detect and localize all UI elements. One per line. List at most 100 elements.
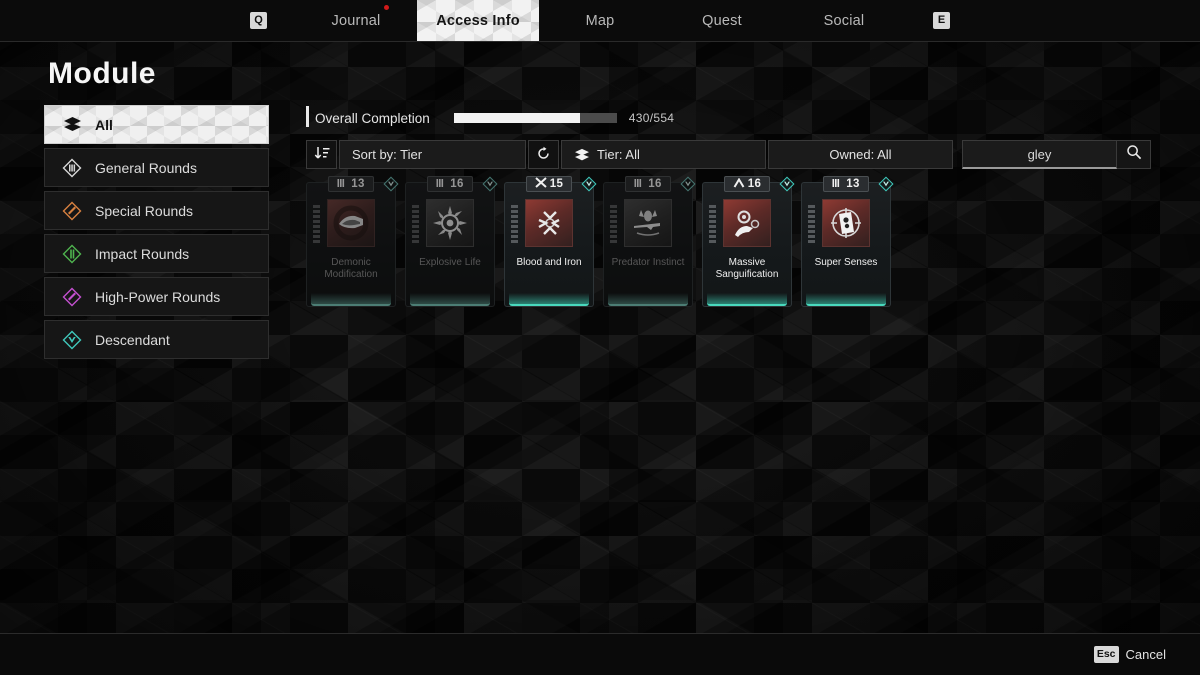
- module-card[interactable]: 16 Predator Instinct: [603, 176, 696, 307]
- search-button[interactable]: [1117, 140, 1151, 169]
- tier-value: 16: [450, 178, 464, 190]
- search-input[interactable]: gley: [962, 140, 1117, 169]
- module-card-name: Super Senses: [814, 257, 878, 268]
- filter-toolbar: Sort by: Tier Tier: All Owned: All gley: [306, 140, 1151, 169]
- module-card-grid: 13 Demonic Modification 16 Explosive Lif…: [306, 176, 1151, 307]
- tab-social-label: Social: [823, 12, 865, 29]
- general-rounds-icon: [59, 158, 85, 178]
- module-art: [426, 199, 474, 247]
- descendant-diamond-icon: [779, 176, 795, 192]
- tier-ticks: [709, 205, 716, 243]
- tab-map[interactable]: Map: [539, 0, 661, 41]
- module-card-name: Demonic Modification: [324, 257, 378, 280]
- sort-direction-button[interactable]: [306, 140, 337, 169]
- hand-orb-icon: [735, 210, 760, 237]
- descendant-icon: [59, 330, 85, 350]
- skull-scope-icon: [831, 208, 861, 238]
- descendant-diamond-icon: [581, 176, 597, 192]
- tier-ticks: [610, 205, 617, 243]
- runner-icon: [538, 211, 560, 235]
- sidebar-item-high-power-rounds-label: High-Power Rounds: [95, 288, 221, 305]
- sidebar-item-descendant-label: Descendant: [95, 331, 170, 348]
- layers-icon: [574, 148, 590, 162]
- sidebar-item-impact-rounds[interactable]: Impact Rounds: [44, 234, 269, 273]
- sidebar-item-special-rounds[interactable]: Special Rounds: [44, 191, 269, 230]
- sidebar-item-all[interactable]: All: [44, 105, 269, 144]
- module-card[interactable]: 16 Explosive Life: [405, 176, 498, 307]
- impact-rounds-icon: [59, 244, 85, 264]
- tab-map-label: Map: [585, 12, 615, 29]
- reset-filters-button[interactable]: [528, 140, 559, 169]
- module-card[interactable]: 15 Blood and Iron: [504, 176, 597, 307]
- module-art: [327, 199, 375, 247]
- tier-ticks: [808, 205, 815, 243]
- sidebar-item-special-rounds-label: Special Rounds: [95, 202, 194, 219]
- module-card-name: Blood and Iron: [516, 257, 582, 268]
- general-rounds-icon: [832, 178, 843, 191]
- general-rounds-icon: [337, 178, 348, 191]
- top-navigation-bar: Q Journal Access Info Map Quest Social E: [0, 0, 1200, 42]
- tier-ticks: [511, 205, 518, 243]
- tab-quest[interactable]: Quest: [661, 0, 783, 41]
- cancel-label: Cancel: [1125, 647, 1166, 662]
- tier-badge: 16: [625, 176, 671, 192]
- module-card-name: Predator Instinct: [611, 257, 685, 268]
- tab-journal[interactable]: Journal: [295, 0, 417, 41]
- burst-eye-icon: [433, 206, 467, 240]
- module-card[interactable]: 13 Demonic Modification: [306, 176, 399, 307]
- sidebar-item-impact-rounds-label: Impact Rounds: [95, 245, 190, 262]
- tier-badge: 13: [328, 176, 374, 192]
- module-panel: Overall Completion 430/554 Sort by: Tier: [306, 104, 1151, 307]
- cancel-button[interactable]: Esc Cancel: [1093, 646, 1166, 663]
- module-art: [723, 199, 771, 247]
- sidebar-item-all-label: All: [95, 116, 113, 133]
- rifle-icon: [634, 210, 660, 236]
- completion-progress-fill: [453, 113, 581, 123]
- tier-filter-button[interactable]: Tier: All: [561, 140, 766, 169]
- tab-journal-label: Journal: [331, 12, 381, 29]
- descendant-diamond-icon: [680, 176, 696, 192]
- layers-icon: [59, 116, 85, 133]
- special-rounds-icon: [535, 177, 547, 191]
- module-art: [822, 199, 870, 247]
- tab-social[interactable]: Social: [783, 0, 905, 41]
- bottom-action-bar: Esc Cancel: [0, 633, 1200, 675]
- tier-value: 16: [747, 178, 762, 190]
- owned-filter-label: Owned: All: [829, 147, 892, 162]
- tab-access-info[interactable]: Access Info: [417, 0, 539, 41]
- nav-tabs-container: Q Journal Access Info Map Quest Social E: [250, 0, 950, 41]
- sort-by-label: Sort by: Tier: [352, 147, 423, 162]
- completion-count: 430/554: [628, 111, 675, 125]
- module-card-name: Massive Sanguification: [715, 257, 779, 280]
- module-art: [624, 199, 672, 247]
- high-power-rounds-icon: [59, 287, 85, 307]
- tier-badge: 13: [823, 176, 869, 192]
- descendant-diamond-icon: [482, 176, 498, 192]
- next-tab-key[interactable]: E: [933, 12, 950, 29]
- descendant-diamond-icon: [383, 176, 399, 192]
- tier-badge: 15: [526, 176, 572, 192]
- sidebar-item-descendant[interactable]: Descendant: [44, 320, 269, 359]
- category-sidebar: All General Rounds Special Rounds Impact…: [44, 105, 269, 363]
- tier-value: 13: [846, 178, 860, 190]
- tier-ticks: [313, 205, 320, 243]
- tier-badge: 16: [427, 176, 473, 192]
- module-card[interactable]: 13 Super Senses: [801, 176, 894, 307]
- module-art: [525, 199, 573, 247]
- module-card-name: Explosive Life: [419, 257, 481, 268]
- reset-icon: [536, 146, 551, 164]
- sidebar-item-general-rounds-label: General Rounds: [95, 159, 197, 176]
- tab-access-info-label: Access Info: [436, 12, 520, 29]
- journal-notification-dot: [384, 5, 389, 10]
- module-card[interactable]: 16 Massive Sanguification: [702, 176, 795, 307]
- general-rounds-icon: [436, 178, 447, 191]
- sort-by-button[interactable]: Sort by: Tier: [339, 140, 526, 169]
- prev-tab-key[interactable]: Q: [250, 12, 267, 29]
- overall-completion-row: Overall Completion 430/554: [306, 104, 1151, 132]
- tier-filter-label: Tier: All: [597, 147, 640, 162]
- page-title: Module: [48, 57, 156, 90]
- sidebar-item-high-power-rounds[interactable]: High-Power Rounds: [44, 277, 269, 316]
- owned-filter-button[interactable]: Owned: All: [768, 140, 953, 169]
- descendant-diamond-icon: [878, 176, 894, 192]
- sidebar-item-general-rounds[interactable]: General Rounds: [44, 148, 269, 187]
